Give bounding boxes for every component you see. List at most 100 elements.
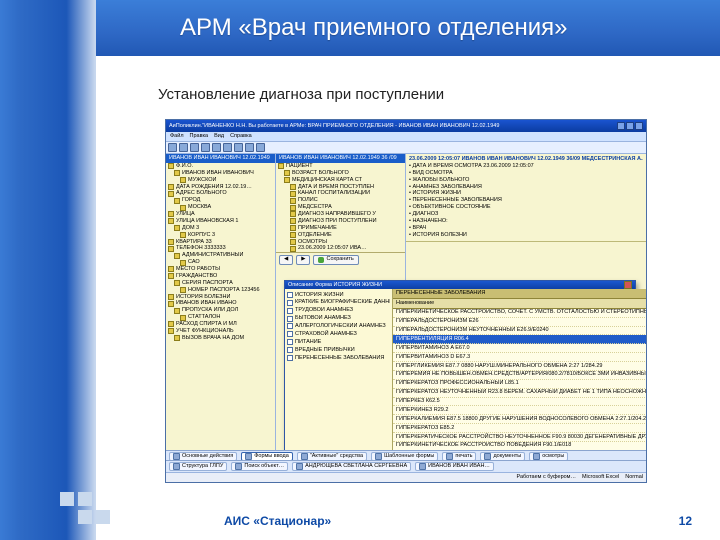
dialog-list[interactable]: ГИПЕРКИНЕТИЧЕСКОЕ РАССТРОЙСТВО, СОЧЕТ. С…: [393, 309, 646, 460]
tree-item[interactable]: 23.06.2009 12:05:07 ИВА…: [288, 245, 405, 252]
window-controls[interactable]: [617, 122, 643, 130]
tree-item[interactable]: ВОЗРАСТ БОЛЬНОГО: [282, 170, 405, 177]
toolbar-icon[interactable]: [223, 143, 232, 152]
checkbox-icon[interactable]: [287, 355, 293, 361]
list-item[interactable]: ГИПЕРКЕРАТОЗ E85.2: [393, 424, 646, 433]
list-item[interactable]: ГИПЕРГЛИКЕМИЯ E87.7 0880 НАРУШ.МИНЕРАЛЬН…: [393, 362, 646, 371]
tab[interactable]: Структура ГЛПУ: [169, 462, 227, 471]
toolbar-icon[interactable]: [168, 143, 177, 152]
tree-item[interactable]: ИВАНОВ ИВАН ИВАНОВИЧ: [172, 170, 275, 177]
list-item[interactable]: ГИПЕРВИТАМИНОЗ A E67.0: [393, 344, 646, 353]
menu-bar[interactable]: Файл Правка Вид Справка: [166, 132, 646, 142]
list-item[interactable]: ГИПЕРКИНЕЗ R29.2: [393, 406, 646, 415]
tree-item[interactable]: СТАТТАЛОН: [178, 314, 275, 321]
close-icon[interactable]: [624, 281, 632, 289]
list-item[interactable]: ГИПЕРВЕНТИЛЯЦИЯ R06.4: [393, 335, 646, 344]
nav-right-button[interactable]: ▶: [296, 255, 310, 265]
checkbox-icon[interactable]: [287, 308, 293, 314]
patient-tab[interactable]: ИВАНОВ ИВАН ИВАН…: [415, 462, 494, 471]
tree-item[interactable]: КВАРТИРА 33: [166, 239, 275, 246]
tree-item[interactable]: КОРПУС 3: [178, 232, 275, 239]
tree-item[interactable]: ПРОПУСКА ИЛИ ДОЛ: [172, 307, 275, 314]
list-item[interactable]: ГИПЕРЕМИЯ НЕ ПОВЫШЕН.ОБМЕН.СРЕДСТВ/АРТЕР…: [393, 371, 646, 380]
tree-item[interactable]: ДАТА РОЖДЕНИЯ 12.02.19…: [166, 184, 275, 191]
tabstrip-lower[interactable]: Структура ГЛПУПоиск объект…АНДРЮЩЕВА СВЕ…: [166, 460, 646, 472]
tree-item[interactable]: ОТДЕЛЕНИЕ: [288, 232, 405, 239]
toolbar-icon[interactable]: [234, 143, 243, 152]
menu-edit[interactable]: Правка: [190, 133, 209, 140]
save-button[interactable]: Сохранить: [313, 255, 358, 265]
tree-item[interactable]: МОСКВА: [178, 204, 275, 211]
minimize-button[interactable]: [617, 122, 625, 130]
toolbar-icon[interactable]: [179, 143, 188, 152]
tree-item[interactable]: МЕДИЦИНСКАЯ КАРТА СТ: [282, 177, 405, 184]
checkbox-item[interactable]: ВРЕДНЫЕ ПРИВЫЧКИ: [287, 346, 390, 354]
patient-tab[interactable]: АНДРЮЩЕВА СВЕТЛАНА СЕРГЕЕВНА: [292, 462, 411, 471]
tree-item[interactable]: ДОМ 3: [172, 225, 275, 232]
checkbox-icon[interactable]: [287, 331, 293, 337]
tree-item[interactable]: ГОРОД: [172, 197, 275, 204]
list-item[interactable]: ГИПЕРКЕРАТОЗ НЕУТОЧНЕННЫЙ R23.8 БЕРЕМ. С…: [393, 389, 646, 398]
tree-item[interactable]: САО: [178, 259, 275, 266]
menu-view[interactable]: Вид: [214, 133, 224, 140]
tree-item[interactable]: ПОЛИС: [288, 197, 405, 204]
tree-item[interactable]: МУЖСКОЙ: [178, 177, 275, 184]
checkbox-icon[interactable]: [287, 339, 293, 345]
checkbox-icon[interactable]: [287, 292, 293, 298]
checkbox-item[interactable]: БЫТОВОЙ АНАМНЕЗ: [287, 315, 390, 323]
list-item[interactable]: ГИПЕРАЛЬДОСТЕРОНИЗМ E26: [393, 318, 646, 327]
checkbox-icon[interactable]: [287, 347, 293, 353]
list-item[interactable]: ГИПЕРКАЛИЕМИЯ E87.5 18800 ДРУГИЕ НАРУШЕН…: [393, 415, 646, 424]
list-item[interactable]: ГИПЕРАЛЬДОСТЕРОНИЗМ НЕУТОЧНЕННЫЙ E26.9/E…: [393, 327, 646, 336]
maximize-button[interactable]: [626, 122, 634, 130]
checkbox-icon[interactable]: [287, 323, 293, 329]
tree-item[interactable]: ВЫЗОВ ВРАЧА НА ДОМ: [172, 335, 275, 342]
checkbox-item[interactable]: ИСТОРИЯ ЖИЗНИ: [287, 291, 390, 299]
checkbox-item[interactable]: КРАТКИЕ БИОГРАФИЧЕСКИЕ ДАННЫЕ: [287, 299, 390, 307]
tree-item[interactable]: КАНАЛ ГОСПИТАЛИЗАЦИИ: [288, 190, 405, 197]
toolbar-icon[interactable]: [201, 143, 210, 152]
checkbox-item[interactable]: ТРУДОВОЙ АНАМНЕЗ: [287, 307, 390, 315]
tree-item[interactable]: ТЕЛЕФОН 3333333: [166, 245, 275, 252]
list-item[interactable]: ГИПЕРКИНЕТИЧЕСКОЕ РАССТРОЙСТВО, СОЧЕТ. С…: [393, 309, 646, 318]
dialog-titlebar[interactable]: Описание Форма ИСТОРИЯ ЖИЗНИ: [285, 281, 635, 289]
tree-item[interactable]: УЧЕТ ФУНКЦИОНАЛЬ: [166, 328, 275, 335]
patient-tree[interactable]: ИВАНОВ ИВАН ИВАНОВИЧ 12.02.1949 Ф.И.О.ИВ…: [166, 154, 276, 450]
tree-item[interactable]: ПАЦИЕНТ: [276, 163, 405, 170]
tree-item[interactable]: АДМИНИСТРАТИВНЫЙ: [172, 252, 275, 259]
toolbar-icon[interactable]: [212, 143, 221, 152]
tree-item[interactable]: Ф.И.О.: [166, 163, 275, 170]
tree-item[interactable]: УЛИЦА: [166, 211, 275, 218]
list-item[interactable]: ГИПЕРКЕРАТОЗ ПРОФЕССИОНАЛЬНЫЙ L85.1: [393, 380, 646, 389]
tree-item[interactable]: ГРАЖДАНСТВО: [166, 273, 275, 280]
tree-item[interactable]: ИВАНОВ ИВАН ИВАНО: [166, 300, 275, 307]
tree-item[interactable]: ДИАГНОЗ НАПРАВИВШЕГО У: [288, 211, 405, 218]
dialog-checklist[interactable]: ИСТОРИЯ ЖИЗНИКРАТКИЕ БИОГРАФИЧЕСКИЕ ДАНН…: [285, 289, 393, 460]
checkbox-item[interactable]: ПИТАНИЕ: [287, 338, 390, 346]
toolbar-icon[interactable]: [190, 143, 199, 152]
tree-item[interactable]: УЛИЦА ИВАНОВСКАЯ 1: [166, 218, 275, 225]
toolbar-icon[interactable]: [256, 143, 265, 152]
menu-help[interactable]: Справка: [230, 133, 252, 140]
checkbox-item[interactable]: АЛЛЕРГОЛОГИЧЕСКИЙ АНАМНЕЗ: [287, 323, 390, 331]
tree-item[interactable]: ОСМОТРЫ: [288, 239, 405, 246]
toolbar[interactable]: [166, 142, 646, 154]
list-item[interactable]: ГИПЕРКЕЗ К62.5: [393, 398, 646, 407]
checkbox-item[interactable]: ПЕРЕНЕСЕННЫЕ ЗАБОЛЕВАНИЯ: [287, 354, 390, 362]
tree-item[interactable]: МЕСТО РАБОТЫ: [166, 266, 275, 273]
list-item[interactable]: ГИПЕРКЕРАТИЧЕСКОЕ РАССТРОЙСТВО НЕУТОЧНЕН…: [393, 433, 646, 442]
nav-left-button[interactable]: ◀: [279, 255, 293, 265]
close-button[interactable]: [635, 122, 643, 130]
list-item[interactable]: ГИПЕРВИТАМИНОЗ D E67.3: [393, 353, 646, 362]
tree-item[interactable]: НОМЕР ПАСПОРТА 123456: [178, 287, 275, 294]
tree-item[interactable]: ДИАГНОЗ ПРИ ПОСТУПЛЕНИ: [288, 218, 405, 225]
tree-item[interactable]: РАСХОД СПИРТА И МЛ: [166, 321, 275, 328]
checkbox-item[interactable]: СТРАХОВОЙ АНАМНЕЗ: [287, 330, 390, 338]
tree-item[interactable]: ПРИМЕЧАНИЕ: [288, 225, 405, 232]
menu-file[interactable]: Файл: [170, 133, 184, 140]
checkbox-icon[interactable]: [287, 316, 293, 322]
tree-item[interactable]: МЕДСЕСТРА: [288, 204, 405, 211]
tree-item[interactable]: ИСТОРИЯ БОЛЕЗНИ: [166, 294, 275, 301]
tree-item[interactable]: ДАТА И ВРЕМЯ ПОСТУПЛЕН: [288, 184, 405, 191]
tree-item[interactable]: СЕРИЯ ПАСПОРТА: [172, 280, 275, 287]
